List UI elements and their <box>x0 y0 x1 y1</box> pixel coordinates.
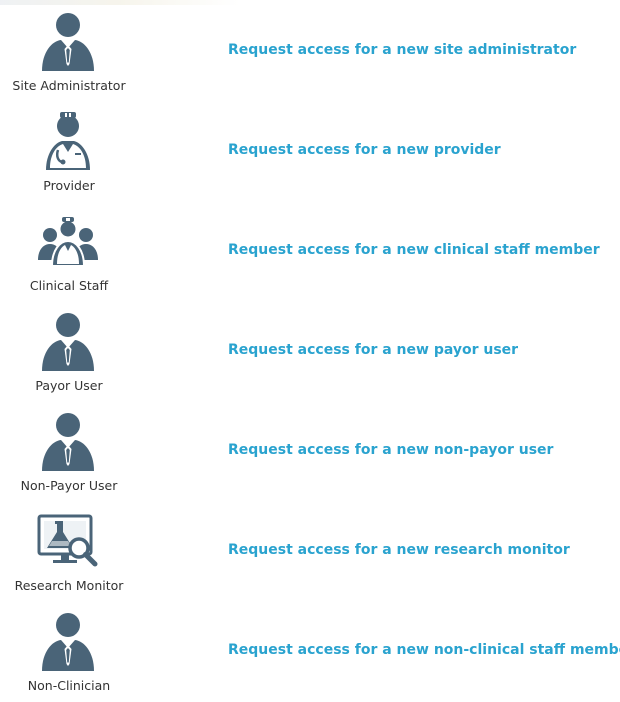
role-row-clinical-staff: Clinical Staff Request access for a new … <box>0 202 620 302</box>
request-provider-link[interactable]: Request access for a new provider <box>228 142 501 158</box>
request-payor-user-link[interactable]: Request access for a new payor user <box>228 342 518 358</box>
role-label: Clinical Staff <box>29 278 109 293</box>
role-label: Research Monitor <box>14 578 124 593</box>
role-label: Provider <box>43 178 95 193</box>
role-label: Site Administrator <box>12 78 126 93</box>
medical-team-icon <box>36 208 100 272</box>
role-label: Payor User <box>35 378 103 393</box>
role-label: Non-Payor User <box>20 478 118 493</box>
role-row-site-administrator: Site Administrator Request access for a … <box>0 2 620 102</box>
role-row-research-monitor: Research Monitor Request access for a ne… <box>0 502 620 602</box>
request-clinical-staff-link[interactable]: Request access for a new clinical staff … <box>228 242 600 258</box>
businessman-icon <box>36 608 100 672</box>
lab-monitor-icon <box>36 508 100 572</box>
businessman-icon <box>36 408 100 472</box>
businessman-icon <box>36 8 100 72</box>
role-row-payor-user: Payor User Request access for a new payo… <box>0 302 620 402</box>
role-label: Non-Clinician <box>27 678 111 693</box>
doctor-icon <box>36 108 100 172</box>
businessman-icon <box>36 308 100 372</box>
request-non-clinician-link[interactable]: Request access for a new non-clinical st… <box>228 642 620 658</box>
request-site-administrator-link[interactable]: Request access for a new site administra… <box>228 42 576 58</box>
role-row-non-clinician: Non-Clinician Request access for a new n… <box>0 602 620 702</box>
role-list: Site Administrator Request access for a … <box>0 0 620 693</box>
role-row-non-payor-user: Non-Payor User Request access for a new … <box>0 402 620 502</box>
request-non-payor-user-link[interactable]: Request access for a new non-payor user <box>228 442 553 458</box>
request-research-monitor-link[interactable]: Request access for a new research monito… <box>228 542 570 558</box>
role-row-provider: Provider Request access for a new provid… <box>0 102 620 202</box>
